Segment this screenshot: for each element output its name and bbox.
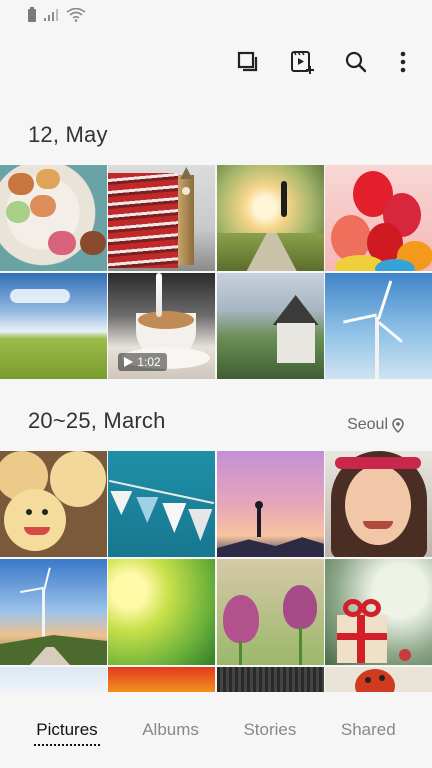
- video-duration: 1:02: [137, 355, 161, 369]
- photo-big-ben[interactable]: [108, 165, 216, 271]
- play-icon: [124, 357, 134, 367]
- bottom-navigation: Pictures Albums Stories Shared: [0, 692, 432, 768]
- tab-albums[interactable]: Albums: [138, 714, 203, 746]
- status-bar: [0, 0, 432, 30]
- create-video-icon: [291, 51, 314, 74]
- photo-mountain-house[interactable]: [216, 273, 324, 379]
- select-icon: [237, 51, 258, 72]
- photo-yoga-sunset[interactable]: [216, 451, 324, 557]
- video-latte[interactable]: 1:02: [108, 273, 216, 379]
- search-icon: [345, 51, 367, 73]
- section-date-title: 20~25, March: [28, 408, 166, 433]
- top-toolbar: [232, 44, 412, 80]
- signal-icon: [44, 9, 58, 21]
- more-options-icon: [400, 51, 406, 73]
- tab-stories[interactable]: Stories: [239, 714, 300, 746]
- photo-wind-turbine[interactable]: [324, 273, 432, 379]
- search-button[interactable]: [340, 46, 372, 78]
- photo-girl-portrait[interactable]: [324, 451, 432, 557]
- create-video-button[interactable]: [286, 46, 318, 78]
- photo-grid-section-1: 1:02: [0, 165, 432, 379]
- wifi-icon: [66, 8, 86, 22]
- photo-bunting[interactable]: [108, 451, 216, 557]
- tab-pictures[interactable]: Pictures: [32, 714, 101, 746]
- select-button[interactable]: [232, 46, 264, 78]
- photo-field[interactable]: [0, 273, 107, 379]
- section-location[interactable]: Seoul: [347, 416, 404, 434]
- photo-turbine-road[interactable]: [0, 559, 107, 665]
- photo-macarons[interactable]: [0, 165, 107, 271]
- photo-cookies[interactable]: [0, 451, 107, 557]
- photo-christmas-gift[interactable]: [324, 559, 432, 665]
- photo-runner[interactable]: [216, 165, 324, 271]
- photo-tulips[interactable]: [216, 559, 324, 665]
- tab-shared[interactable]: Shared: [337, 714, 400, 746]
- location-pin-icon: [392, 417, 404, 433]
- battery-icon: [28, 6, 36, 22]
- photo-green-abstract[interactable]: [108, 559, 216, 665]
- section-date-title: 12, May: [28, 122, 108, 147]
- photo-balloons[interactable]: [324, 165, 432, 271]
- video-duration-badge: 1:02: [118, 353, 167, 371]
- location-label: Seoul: [347, 416, 388, 433]
- more-options-button[interactable]: [394, 46, 412, 78]
- photo-grid-section-2: [0, 451, 432, 697]
